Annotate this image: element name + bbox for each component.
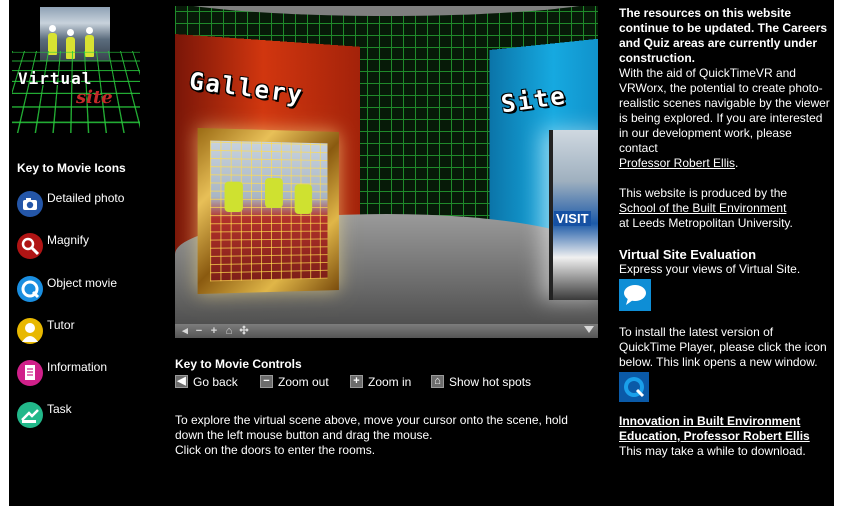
school-link[interactable]: School of the Built Environment <box>619 201 786 215</box>
innovation-link[interactable]: Innovation in Built Environment Educatio… <box>619 414 810 443</box>
evaluation-title: Virtual Site Evaluation <box>619 247 757 262</box>
logo-word-virtual: Virtual <box>18 69 93 88</box>
produced-suffix: at Leeds Metropolitan University. <box>619 216 793 230</box>
instructions-line: Click on the doors to enter the rooms. <box>175 443 376 457</box>
camera-icon <box>17 191 43 217</box>
hot-spots-icon: ⌂ <box>431 375 444 388</box>
qtvr-control-bar: ◂ − + ⌂ ✣ <box>175 324 598 338</box>
instructions-line: down the left mouse button and drag the … <box>175 428 433 442</box>
innovation-paragraph: Innovation in Built Environment Educatio… <box>619 414 831 444</box>
contact-link[interactable]: Professor Robert Ellis <box>619 156 735 170</box>
icon-key-label: Magnify <box>47 233 90 247</box>
quicktime-icon[interactable] <box>619 372 649 402</box>
zoom-out-icon: − <box>260 375 273 388</box>
icon-key-item-task: Task <box>17 402 177 428</box>
movie-controls-key: ◀ Go back − Zoom out + Zoom in ⌂ Show ho… <box>175 374 615 390</box>
control-key-label: Zoom in <box>368 375 412 389</box>
right-column: The resources on this website continue t… <box>619 6 831 459</box>
page-frame: Virtual site Key to Movie Icons Detailed… <box>9 0 834 506</box>
magnify-icon <box>17 233 43 259</box>
gallery-door[interactable] <box>197 127 339 295</box>
icon-key-label: Task <box>47 402 72 416</box>
visit-sign: VISIT <box>554 211 591 226</box>
object-movie-icon <box>17 276 43 302</box>
back-control[interactable]: ◂ <box>179 325 191 337</box>
icon-key-label: Detailed photo <box>47 191 125 205</box>
picture-worker <box>265 177 283 209</box>
control-key-label: Zoom out <box>278 375 329 389</box>
instructions-line: To explore the virtual scene above, move… <box>175 413 568 427</box>
logo-figure-head <box>49 25 56 32</box>
panorama-viewer[interactable]: Gallery Site VISIT <box>175 6 598 324</box>
logo-word-site: site <box>76 87 113 108</box>
speech-bubble-icon[interactable] <box>619 279 651 311</box>
intro-paragraph: With the aid of QuickTimeVR and VRWorx, … <box>619 66 831 171</box>
period: . <box>735 156 739 170</box>
icon-key-item-detailed-photo: Detailed photo <box>17 191 177 217</box>
icon-key-label: Object movie <box>47 276 118 290</box>
zoom-in-icon: + <box>350 375 363 388</box>
download-note: This may take a while to download. <box>619 444 806 458</box>
icon-key-label: Information <box>47 360 108 374</box>
icon-key-item-object-movie: Object movie <box>17 276 177 302</box>
control-menu-arrow[interactable] <box>584 326 594 333</box>
install-text: To install the latest version of QuickTi… <box>619 325 827 369</box>
gallery-door-picture <box>210 140 328 282</box>
picture-worker <box>224 181 243 213</box>
logo-figure-head <box>67 29 74 36</box>
information-icon <box>17 360 43 386</box>
navigation-instructions: To explore the virtual scene above, move… <box>175 413 605 458</box>
task-icon <box>17 402 43 428</box>
pan-control[interactable]: ✣ <box>238 325 250 337</box>
zoom-in-control[interactable]: + <box>208 325 220 337</box>
zoom-out-control[interactable]: − <box>193 325 205 337</box>
hot-spots-control[interactable]: ⌂ <box>223 325 235 337</box>
produced-paragraph: This website is produced by the School o… <box>619 186 831 231</box>
control-key-label: Go back <box>193 375 238 389</box>
icon-key-title: Key to Movie Icons <box>17 161 126 175</box>
produced-prefix: This website is produced by the <box>619 186 788 200</box>
control-key-label: Show hot spots <box>449 375 532 389</box>
virtual-site-logo[interactable]: Virtual site <box>12 3 140 133</box>
update-notice: The resources on this website continue t… <box>619 6 828 65</box>
panorama-ceiling <box>175 6 598 16</box>
evaluation-text: Express your views of Virtual Site. <box>619 262 801 276</box>
intro-text: With the aid of QuickTimeVR and VRWorx, … <box>619 66 830 155</box>
icon-key-item-tutor: Tutor <box>17 318 177 344</box>
icon-key-item-information: Information <box>17 360 177 386</box>
logo-figure-head <box>86 27 93 34</box>
picture-worker <box>294 184 313 214</box>
tutor-icon <box>17 318 43 344</box>
icon-key-item-magnify: Magnify <box>17 233 177 259</box>
icon-key-label: Tutor <box>47 318 75 332</box>
go-back-icon: ◀ <box>175 375 188 388</box>
movie-controls-title: Key to Movie Controls <box>175 357 302 371</box>
